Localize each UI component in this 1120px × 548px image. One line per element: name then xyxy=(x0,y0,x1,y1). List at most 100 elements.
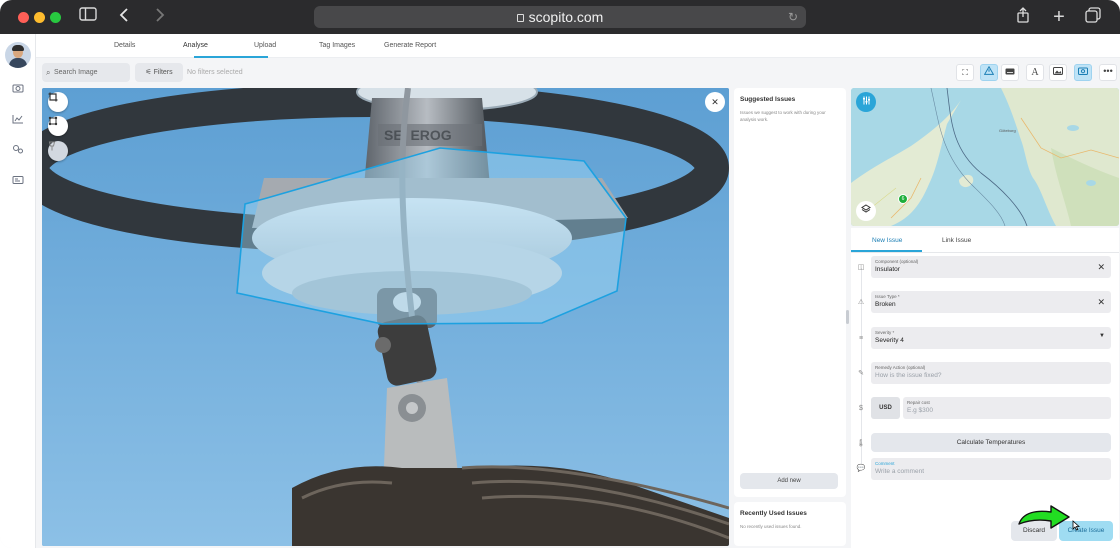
search-placeholder: Search Image xyxy=(54,69,98,76)
severity-value: Severity 4 xyxy=(875,337,904,344)
fullscreen-button[interactable]: ⛶ xyxy=(956,64,974,81)
back-icon[interactable] xyxy=(116,7,132,27)
issue-type-icon: ⚠ xyxy=(857,299,865,306)
sidebar-toggle-icon[interactable] xyxy=(78,7,98,27)
camera-icon[interactable] xyxy=(11,83,25,95)
recent-issues-panel: Recently Used Issues No recently used is… xyxy=(734,502,846,546)
address-bar[interactable]: scopito.com ↻ xyxy=(314,6,806,28)
new-tab-icon[interactable]: + xyxy=(1050,7,1068,27)
close-window-button[interactable] xyxy=(18,12,29,23)
tutorial-arrow-icon xyxy=(1018,505,1070,529)
comment-field[interactable]: Comment Write a comment xyxy=(871,458,1111,480)
calculate-temperatures-button[interactable]: Calculate Temperatures xyxy=(871,433,1111,452)
remedy-label: Remedy Action (optional) xyxy=(875,365,926,370)
chart-icon[interactable] xyxy=(11,114,25,126)
mouse-cursor-icon xyxy=(1072,520,1080,531)
pin-tool-button[interactable] xyxy=(48,141,68,161)
id-card-icon[interactable] xyxy=(11,175,25,187)
filter-status: No filters selected xyxy=(187,69,243,76)
tab-details[interactable]: Details xyxy=(114,42,135,49)
browser-toolbar: scopito.com ↻ + xyxy=(0,0,1120,34)
component-value: Insulator xyxy=(875,266,900,273)
map-tiles: Göteborg xyxy=(851,88,1119,226)
component-icon: ◫ xyxy=(857,264,865,271)
remedy-placeholder: How is the issue fixed? xyxy=(875,372,942,379)
repair-cost-label: Repair cost xyxy=(907,400,930,405)
repair-cost-field[interactable]: Repair cost E.g $300 xyxy=(903,397,1111,419)
keyboard-icon xyxy=(1005,68,1015,75)
filters-button[interactable]: ⚟ Filters xyxy=(135,63,183,82)
image-canvas[interactable]: SE ⁠ EROG xyxy=(42,88,729,546)
reload-icon[interactable]: ↻ xyxy=(788,6,798,28)
form-tabs-divider xyxy=(851,252,1119,253)
close-icon[interactable]: ✕ xyxy=(705,92,725,112)
search-input[interactable]: ⌕ Search Image xyxy=(42,63,130,82)
issue-type-label: Issue Type * xyxy=(875,294,900,299)
tab-link-issue[interactable]: Link Issue xyxy=(942,237,971,244)
wrench-icon: ✎ xyxy=(858,370,864,377)
lock-icon xyxy=(516,14,524,22)
add-new-button[interactable]: Add new xyxy=(740,473,838,489)
recent-issues-title: Recently Used Issues xyxy=(740,510,807,517)
comment-label: Comment xyxy=(875,461,895,466)
suggested-issues-description: Issues we suggest to work with during yo… xyxy=(740,110,826,122)
browser-window: scopito.com ↻ + Details Analyse Upload T… xyxy=(0,0,1120,548)
svg-text:SE ⁠ EROG: SE ⁠ EROG xyxy=(384,127,452,143)
settings-icon[interactable] xyxy=(11,144,25,156)
insulator-photo: SE ⁠ EROG xyxy=(42,88,729,546)
tab-new-issue[interactable]: New Issue xyxy=(872,237,902,244)
tab-upload[interactable]: Upload xyxy=(254,42,276,49)
left-navigation xyxy=(0,34,36,548)
tab-overview-icon[interactable] xyxy=(1084,7,1102,27)
comment-icon: 💬 xyxy=(856,465,866,472)
filters-label: Filters xyxy=(153,69,173,76)
layers-icon[interactable] xyxy=(856,201,876,221)
photo-stack-icon xyxy=(1078,67,1088,75)
clear-issue-type-icon[interactable]: ✕ xyxy=(1097,297,1105,308)
image-toolbar: ⌕ Search Image ⚟ Filters No filters sele… xyxy=(36,58,1120,86)
polygon-tool-button[interactable] xyxy=(48,116,68,136)
tab-tag-images[interactable]: Tag Images xyxy=(319,42,355,49)
tab-analyse[interactable]: Analyse xyxy=(183,42,208,49)
remedy-action-field[interactable]: Remedy Action (optional) How is the issu… xyxy=(871,362,1111,384)
suggested-issues-title: Suggested Issues xyxy=(740,96,796,103)
thermometer-icon: 🌡 xyxy=(856,440,866,447)
repair-cost-placeholder: E.g $300 xyxy=(907,407,934,414)
map-marker-cluster[interactable]: 6 xyxy=(898,194,908,204)
keyboard-button[interactable] xyxy=(1001,64,1019,81)
tab-generate-report[interactable]: Generate Report xyxy=(384,42,436,49)
issue-type-field[interactable]: Issue Type * Broken ✕ xyxy=(871,291,1111,313)
suggested-issues-panel: Suggested Issues Issues we suggest to wo… xyxy=(734,88,846,497)
avatar[interactable] xyxy=(5,42,31,68)
chevron-down-icon: ▼ xyxy=(1099,333,1105,339)
minimize-window-button[interactable] xyxy=(34,12,45,23)
main-tabs: Details Analyse Upload Tag Images Genera… xyxy=(36,34,1120,58)
compare-images-button[interactable] xyxy=(1074,64,1092,81)
image-icon xyxy=(1053,67,1063,75)
share-icon[interactable] xyxy=(1014,7,1032,27)
url-text: scopito.com xyxy=(528,9,604,25)
severity-label: Severity * xyxy=(875,330,895,335)
dollar-icon: $ xyxy=(859,405,863,412)
currency-select[interactable]: USD xyxy=(871,397,900,419)
forward-icon[interactable] xyxy=(152,7,168,27)
warning-icon xyxy=(983,65,995,75)
issue-type-value: Broken xyxy=(875,301,896,308)
comment-placeholder: Write a comment xyxy=(875,468,925,475)
component-label: Component (optional) xyxy=(875,259,919,264)
recent-issues-description: No recently used issues found. xyxy=(740,524,802,529)
severity-select[interactable]: Severity * Severity 4 ▼ xyxy=(871,327,1111,349)
warning-toggle-button[interactable] xyxy=(980,64,998,81)
component-field[interactable]: Component (optional) Insulator ✕ xyxy=(871,256,1111,278)
panel-resize-handle[interactable] xyxy=(846,310,849,324)
zoom-window-button[interactable] xyxy=(50,12,61,23)
map-filter-button[interactable] xyxy=(856,92,876,112)
crop-tool-button[interactable] xyxy=(48,92,68,112)
text-tool-button[interactable]: A xyxy=(1026,64,1044,81)
clear-component-icon[interactable]: ✕ xyxy=(1097,262,1105,273)
image-button[interactable] xyxy=(1049,64,1067,81)
location-map[interactable]: Göteborg 6 xyxy=(851,88,1119,226)
search-icon: ⌕ xyxy=(46,68,51,77)
more-options-button[interactable]: ••• xyxy=(1099,64,1117,81)
map-label-goteborg: Göteborg xyxy=(999,128,1016,133)
